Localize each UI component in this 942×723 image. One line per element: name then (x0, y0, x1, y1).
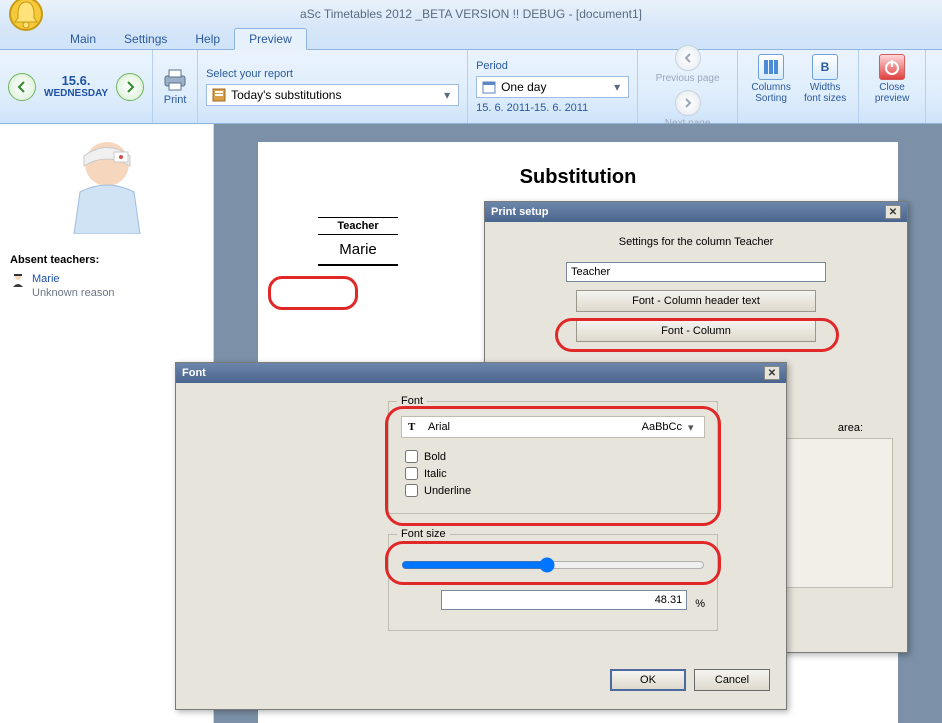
current-day-label: 15.6. WEDNESDAY (44, 74, 108, 99)
dialog-titlebar[interactable]: Font ✕ (176, 363, 786, 383)
bold-checkbox[interactable]: Bold (405, 450, 705, 463)
arrow-left-icon (15, 80, 29, 94)
app-title: aSc Timetables 2012 _BETA VERSION !! DEB… (0, 7, 942, 21)
current-dow: WEDNESDAY (44, 88, 108, 99)
svg-text:B: B (821, 60, 830, 74)
close-group: Close preview (859, 50, 926, 123)
tab-preview[interactable]: Preview (234, 28, 307, 50)
prev-day-button[interactable] (8, 73, 36, 101)
columns-icon (762, 58, 780, 76)
dialog-title: Print setup (491, 206, 548, 218)
font-column-button[interactable]: Font - Column (576, 320, 816, 342)
next-page-button[interactable]: Next page (665, 90, 711, 129)
column-settings-hint: Settings for the column Teacher (499, 236, 893, 248)
period-range: 15. 6. 2011-15. 6. 2011 (476, 102, 629, 114)
tab-help[interactable]: Help (181, 29, 234, 49)
dialog-titlebar[interactable]: Print setup ✕ (485, 202, 907, 222)
italic-checkbox[interactable]: Italic (405, 467, 705, 480)
percent-label: % (695, 598, 705, 610)
font-name: Arial (428, 421, 642, 433)
prev-page-button[interactable]: Previous page (656, 45, 720, 84)
report-value: Today's substitutions (231, 88, 444, 102)
print-group: Print (153, 50, 198, 123)
report-icon (211, 87, 227, 103)
columns-sorting-button[interactable]: Columns Sorting (746, 54, 796, 119)
dialog-title: Font (182, 367, 206, 379)
day-nav-group: 15.6. WEDNESDAY (0, 50, 153, 123)
chevron-down-icon: ▾ (614, 80, 624, 94)
font-icon: T (408, 421, 422, 433)
font-header-button[interactable]: Font - Column header text (576, 290, 816, 312)
period-group: Period One day ▾ 15. 6. 2011-15. 6. 2011 (468, 50, 638, 123)
font-combo[interactable]: T Arial AaBbCc ▾ (401, 416, 705, 438)
font-dialog: Font ✕ Font T Arial AaBbCc ▾ Bold Italic… (175, 362, 787, 710)
font-legend: Font (397, 395, 427, 407)
column-name-input[interactable] (566, 262, 826, 282)
dialog-buttons: OK Cancel (176, 669, 786, 703)
period-value: One day (501, 80, 614, 94)
col-header-teacher: Teacher (318, 218, 398, 235)
chevron-down-icon: ▾ (444, 88, 454, 102)
close-icon[interactable]: ✕ (885, 205, 901, 219)
absent-avatar-icon (62, 134, 152, 234)
close-preview-button[interactable]: Close preview (867, 54, 917, 119)
absent-teacher-row[interactable]: Marie Unknown reason (0, 268, 213, 305)
fontsize-legend: Font size (397, 528, 450, 540)
current-date: 15.6. (44, 74, 108, 88)
report-group: Select your report Today's substitutions… (198, 50, 468, 123)
highlight-oval (268, 276, 358, 310)
font-sample: AaBbCc (642, 421, 682, 433)
absent-teachers-heading: Absent teachers: (0, 252, 213, 268)
calendar-icon (481, 79, 497, 95)
app-logo-icon (6, 0, 46, 34)
tab-main[interactable]: Main (56, 29, 110, 49)
teacher-icon (10, 272, 26, 288)
titlebar: aSc Timetables 2012 _BETA VERSION !! DEB… (0, 0, 942, 28)
ok-button[interactable]: OK (610, 669, 686, 691)
next-day-button[interactable] (116, 73, 144, 101)
cancel-button[interactable]: Cancel (694, 669, 770, 691)
fontsize-input[interactable] (441, 590, 687, 610)
power-icon (883, 58, 901, 76)
underline-checkbox[interactable]: Underline (405, 484, 705, 497)
width-icon: B (816, 58, 834, 76)
page-nav-group: Previous page Next page (638, 50, 738, 123)
chevron-down-icon: ▾ (688, 421, 698, 434)
menu-tabs: Main Settings Help Preview (0, 28, 942, 50)
tools-group: Columns Sorting B Widths font sizes (738, 50, 859, 123)
row-teacher: Marie (318, 235, 398, 265)
arrow-right-icon (123, 80, 137, 94)
widths-fontsizes-button[interactable]: B Widths font sizes (800, 54, 850, 119)
print-button[interactable]: Print (164, 94, 187, 106)
absent-teacher-name: Marie (32, 272, 115, 286)
period-label: Period (476, 60, 629, 72)
period-combo[interactable]: One day ▾ (476, 76, 629, 98)
arrow-right-icon (682, 97, 694, 109)
font-fieldset: Font T Arial AaBbCc ▾ Bold Italic Underl… (388, 401, 718, 514)
printer-icon (161, 68, 189, 92)
report-combo[interactable]: Today's substitutions ▾ (206, 84, 459, 106)
absent-teacher-reason: Unknown reason (32, 286, 115, 300)
close-icon[interactable]: ✕ (764, 366, 780, 380)
report-label: Select your report (206, 68, 459, 80)
fontsize-slider[interactable] (401, 557, 705, 576)
ribbon: 15.6. WEDNESDAY Print Select your report… (0, 50, 942, 124)
tab-settings[interactable]: Settings (110, 29, 181, 49)
fontsize-fieldset: Font size % (388, 534, 718, 631)
page-title: Substitution (298, 166, 858, 189)
arrow-left-icon (682, 52, 694, 64)
